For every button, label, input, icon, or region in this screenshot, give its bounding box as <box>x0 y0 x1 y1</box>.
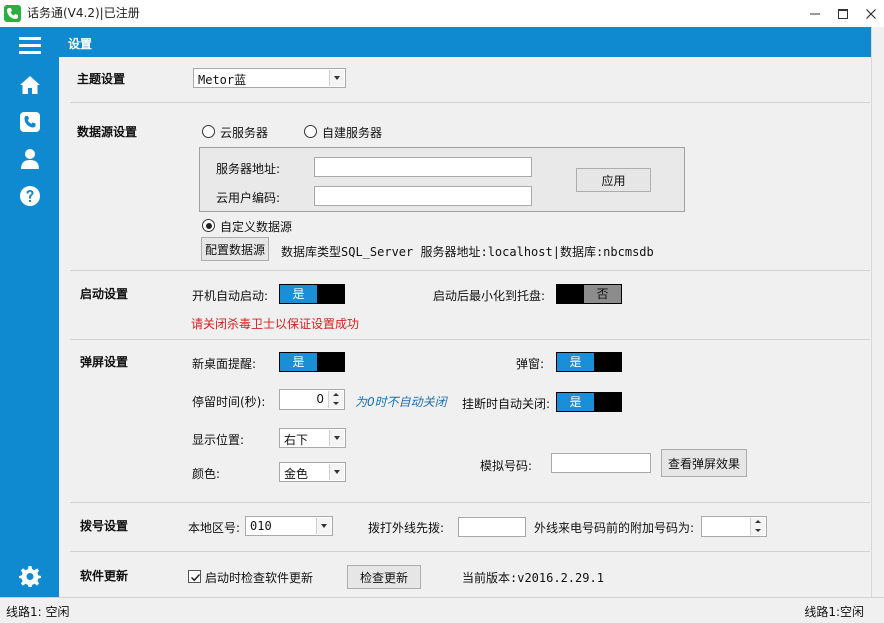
stay-time-label: 停留时间(秒): <box>192 395 266 409</box>
datasource-info: 数据库类型SQL_Server 服务器地址:localhost|数据库:nbcm… <box>281 245 654 259</box>
area-code-select[interactable]: 010 <box>245 516 333 536</box>
datasource-section-title: 数据源设置 <box>77 125 138 139</box>
theme-select-value: Metor蓝 <box>198 73 247 87</box>
home-icon[interactable] <box>15 72 45 98</box>
divider <box>70 502 870 503</box>
maximize-button[interactable] <box>828 0 858 27</box>
line-status-right: 线路1:空闲 <box>804 605 864 619</box>
self-server-radio[interactable] <box>304 125 317 138</box>
sim-number-label: 模拟号码: <box>480 459 533 473</box>
update-section-title: 软件更新 <box>80 569 129 583</box>
apply-button[interactable]: 应用 <box>576 168 651 192</box>
area-code-value: 010 <box>250 519 272 533</box>
chevron-down-icon <box>329 430 344 446</box>
sim-number-input[interactable] <box>551 453 651 473</box>
display-position-value: 右下 <box>284 433 309 447</box>
divider <box>70 339 870 340</box>
desktop-reminder-toggle[interactable]: 是 <box>279 352 345 372</box>
current-version: 当前版本:v2016.2.29.1 <box>462 571 604 585</box>
divider <box>70 551 870 552</box>
chevron-down-icon <box>329 464 344 480</box>
hangup-close-label: 挂断时自动关闭: <box>462 397 551 411</box>
toggle-no: 否 <box>584 285 621 303</box>
color-label: 颜色: <box>192 467 221 481</box>
area-code-label: 本地区号: <box>188 521 241 535</box>
display-position-select[interactable]: 右下 <box>279 428 346 448</box>
spinner-arrows-icon[interactable] <box>750 518 765 535</box>
popup-window-label: 弹窗: <box>516 357 545 371</box>
chevron-down-icon <box>316 518 331 534</box>
check-update-button[interactable]: 检查更新 <box>347 565 421 589</box>
settings-header: 设置 <box>59 27 871 57</box>
minimize-tray-label: 启动后最小化到托盘: <box>433 289 546 303</box>
desktop-reminder-label: 新桌面提醒: <box>192 357 257 371</box>
color-select[interactable]: 金色 <box>279 462 346 482</box>
divider <box>70 270 870 271</box>
menu-icon[interactable] <box>15 32 45 58</box>
startup-section-title: 启动设置 <box>80 287 129 301</box>
self-server-label: 自建服务器 <box>322 126 383 140</box>
custom-datasource-label: 自定义数据源 <box>220 220 293 234</box>
minimize-button[interactable] <box>800 0 830 27</box>
check-update-checkbox[interactable] <box>188 570 201 583</box>
color-value: 金色 <box>284 467 309 481</box>
toggle-yes: 是 <box>557 393 594 411</box>
page-title: 设置 <box>68 37 93 51</box>
popup-section-title: 弹屏设置 <box>80 355 129 369</box>
status-bar: 线路1: 空闲 线路1:空闲 <box>0 597 884 623</box>
display-position-label: 显示位置: <box>192 433 245 447</box>
cloud-user-label: 云用户编码: <box>216 191 281 205</box>
gear-icon[interactable] <box>15 563 45 589</box>
stay-time-spinner[interactable]: 0 <box>279 389 345 410</box>
sidebar <box>0 27 59 597</box>
outline-prefix-label: 拨打外线先拨: <box>368 521 445 535</box>
phone-app-icon <box>4 5 21 22</box>
close-button[interactable] <box>856 0 884 27</box>
incoming-prefix-label: 外线来电号码前的附加号码为: <box>534 521 695 535</box>
theme-select[interactable]: Metor蓝 <box>193 68 346 88</box>
server-address-label: 服务器地址: <box>216 162 281 176</box>
check-update-label: 启动时检查软件更新 <box>205 571 314 585</box>
user-icon[interactable] <box>15 146 45 172</box>
chevron-down-icon <box>329 70 344 86</box>
autostart-label: 开机自动启动: <box>192 289 269 303</box>
incoming-prefix-spinner[interactable] <box>701 516 767 537</box>
toggle-yes: 是 <box>280 353 317 371</box>
theme-section-title: 主题设置 <box>77 72 126 86</box>
stay-time-value: 0 <box>316 392 324 406</box>
right-border <box>871 27 884 597</box>
antivirus-warning: 请关闭杀毒卫士以保证设置成功 <box>191 317 360 331</box>
config-datasource-button[interactable]: 配置数据源 <box>201 237 269 261</box>
server-address-input[interactable] <box>314 157 532 177</box>
stay-time-hint: 为0时不自动关闭 <box>355 395 447 409</box>
cloud-user-input[interactable] <box>314 186 532 206</box>
custom-datasource-radio[interactable] <box>202 219 215 232</box>
title-bar: 话务通(V4.2)|已注册 <box>0 0 884 27</box>
view-popup-button[interactable]: 查看弹屏效果 <box>661 449 747 477</box>
spinner-arrows-icon[interactable] <box>328 391 343 408</box>
line-status-left: 线路1: 空闲 <box>6 605 70 619</box>
hangup-close-toggle[interactable]: 是 <box>556 392 622 412</box>
phone-icon[interactable] <box>15 109 45 135</box>
toggle-yes: 是 <box>280 285 317 303</box>
autostart-toggle[interactable]: 是 <box>279 284 345 304</box>
popup-window-toggle[interactable]: 是 <box>556 352 622 372</box>
help-icon[interactable] <box>15 183 45 209</box>
dial-section-title: 拨号设置 <box>80 519 129 533</box>
divider <box>70 102 870 103</box>
toggle-yes: 是 <box>557 353 594 371</box>
cloud-server-label: 云服务器 <box>220 126 269 140</box>
cloud-server-radio[interactable] <box>202 125 215 138</box>
checkmark-icon <box>190 573 201 582</box>
outline-prefix-input[interactable] <box>458 517 526 537</box>
window-title: 话务通(V4.2)|已注册 <box>27 6 140 20</box>
minimize-tray-toggle[interactable]: 否 <box>556 284 622 304</box>
